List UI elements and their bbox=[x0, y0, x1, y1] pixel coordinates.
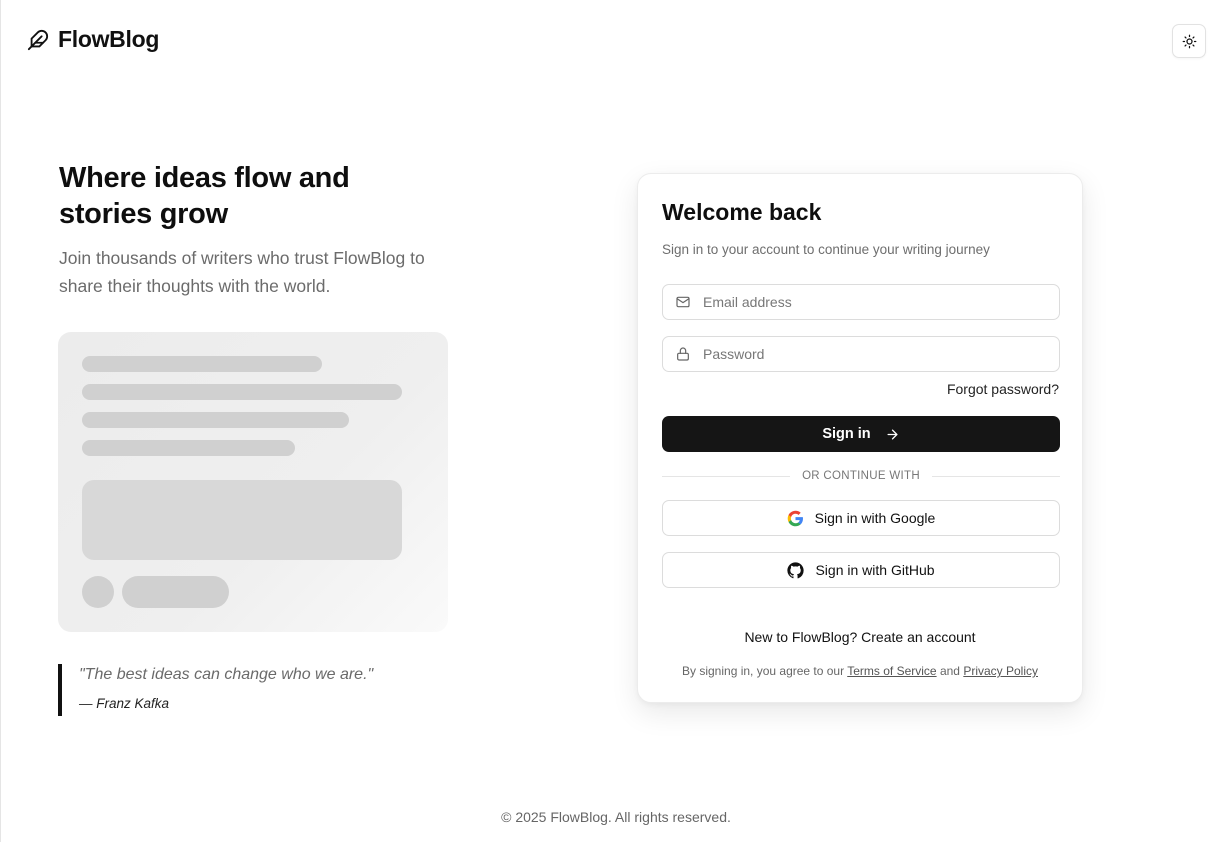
brand-logo[interactable]: FlowBlog bbox=[27, 26, 159, 53]
login-card: Welcome back Sign in to your account to … bbox=[637, 173, 1083, 703]
divider-label: OR CONTINUE WITH bbox=[802, 470, 920, 482]
skeleton-image bbox=[82, 480, 402, 560]
hero-subtitle: Join thousands of writers who trust Flow… bbox=[59, 248, 425, 296]
skeleton-pill bbox=[122, 576, 229, 608]
skeleton-line bbox=[82, 356, 322, 372]
or-divider: OR CONTINUE WITH bbox=[662, 468, 1060, 484]
terms-link[interactable]: Terms of Service bbox=[847, 664, 936, 678]
lock-icon bbox=[675, 346, 691, 362]
brand-name: FlowBlog bbox=[58, 26, 160, 52]
hero-title: Where ideas flow and stories grow bbox=[59, 162, 350, 230]
testimonial-quote: "The best ideas can change who we are." … bbox=[58, 664, 373, 716]
skeleton-line bbox=[82, 412, 349, 428]
feather-icon bbox=[27, 29, 49, 51]
password-field[interactable] bbox=[662, 336, 1060, 372]
forgot-password-link[interactable]: Forgot password? bbox=[947, 381, 1059, 397]
skeleton-avatar bbox=[82, 576, 114, 608]
privacy-link[interactable]: Privacy Policy bbox=[963, 664, 1038, 678]
legal-notice: By signing in, you agree to our Terms of… bbox=[638, 664, 1082, 678]
divider-line bbox=[662, 475, 791, 477]
google-sign-in-label: Sign in with Google bbox=[814, 510, 936, 526]
login-subtitle: Sign in to your account to continue your… bbox=[662, 242, 990, 257]
quote-text: "The best ideas can change who we are." bbox=[79, 666, 374, 683]
sign-in-label: Sign in bbox=[822, 426, 871, 442]
legal-and: and bbox=[939, 664, 960, 678]
github-sign-in-label: Sign in with GitHub bbox=[815, 562, 935, 578]
email-input[interactable] bbox=[703, 294, 1043, 310]
signup-prompt: New to FlowBlog? Create an account bbox=[638, 629, 1082, 645]
github-icon bbox=[787, 561, 805, 579]
sign-in-button[interactable]: Sign in bbox=[662, 416, 1060, 452]
create-account-link[interactable]: Create an account bbox=[861, 629, 975, 645]
google-icon bbox=[787, 510, 804, 527]
legal-prefix: By signing in, you agree to our bbox=[682, 664, 845, 678]
password-input[interactable] bbox=[703, 346, 1043, 362]
sun-icon bbox=[1182, 34, 1197, 49]
quote-author: — Franz Kafka bbox=[79, 696, 170, 711]
divider-line bbox=[931, 475, 1060, 477]
new-user-text: New to FlowBlog? bbox=[744, 629, 858, 645]
login-title: Welcome back bbox=[662, 199, 822, 225]
footer-copyright: © 2025 FlowBlog. All rights reserved. bbox=[501, 809, 731, 825]
mail-icon bbox=[675, 294, 691, 310]
skeleton-line bbox=[82, 384, 402, 400]
theme-toggle-button[interactable] bbox=[1172, 24, 1206, 58]
github-sign-in-button[interactable]: Sign in with GitHub bbox=[662, 552, 1060, 588]
arrow-right-icon bbox=[885, 427, 900, 442]
article-preview-illustration bbox=[58, 332, 448, 632]
google-sign-in-button[interactable]: Sign in with Google bbox=[662, 500, 1060, 536]
email-field[interactable] bbox=[662, 284, 1060, 320]
skeleton-line bbox=[82, 440, 295, 456]
